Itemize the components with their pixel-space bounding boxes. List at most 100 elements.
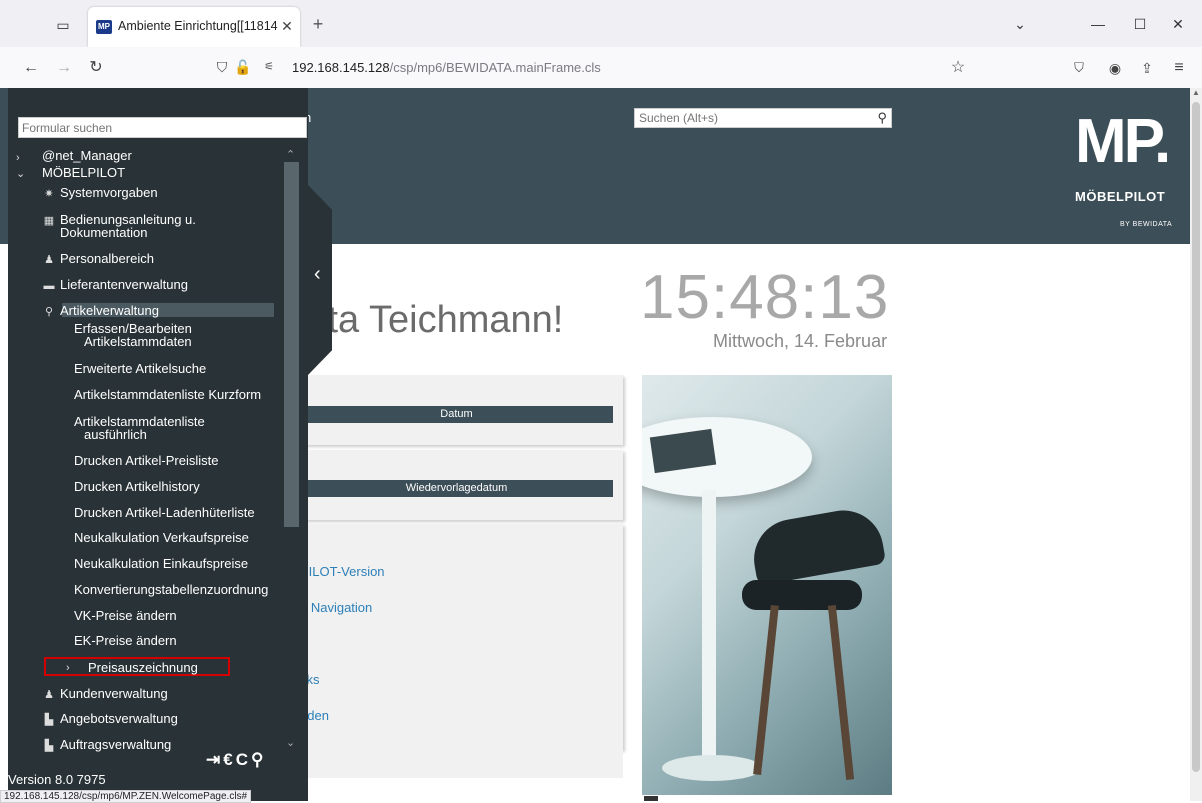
chevron-right-icon[interactable]: › xyxy=(66,662,70,674)
sub-item-erfassen-line2[interactable]: Artikelstammdaten xyxy=(84,335,192,348)
sidebar-scroll-down-icon[interactable]: ⌄ xyxy=(286,736,295,749)
document-icon: ▙ xyxy=(44,714,54,726)
card-tasks: Datum xyxy=(300,375,623,445)
book-icon: ▦ xyxy=(43,215,55,227)
sub-item-ladenhueter[interactable]: Drucken Artikel-Ladenhüterliste xyxy=(74,506,255,519)
photo-chair-seat xyxy=(742,580,862,610)
url-host: 192.168.145.128 xyxy=(292,60,390,75)
card-footer xyxy=(300,750,623,778)
tab-list-icon[interactable]: ▭ xyxy=(52,14,74,36)
sidebar: ⌃ ⌄ › @net_Manager ⌄ MÖBELPILOT ✷ Systemv… xyxy=(8,88,308,801)
truck-icon: ▬ xyxy=(43,280,55,292)
lamp-icon: ⚲ xyxy=(44,306,54,318)
back-icon[interactable]: ← xyxy=(20,57,42,79)
version-label: Version 8.0 7975 xyxy=(8,772,106,787)
sub-item-ek-preise[interactable]: EK-Preise ändern xyxy=(74,634,177,647)
sidebar-item-systemvorgaben[interactable]: ✷ Systemvorgaben xyxy=(42,185,158,201)
sidebar-item-auftragsverwaltung[interactable]: ▙ Auftragsverwaltung xyxy=(42,738,172,753)
url-path: /csp/mp6/BEWIDATA.mainFrame.cls xyxy=(389,60,601,75)
new-tab-icon[interactable]: + xyxy=(308,14,328,34)
document-icon: ▙ xyxy=(44,740,54,752)
card-links: PILOT-Version n Navigation cks aden xyxy=(300,524,623,750)
close-tab-icon[interactable]: ✕ xyxy=(278,17,296,35)
tab-overflow-chevron-icon[interactable]: ⌄ xyxy=(1005,14,1035,34)
search-input[interactable] xyxy=(635,109,868,127)
gear-icon: ✷ xyxy=(44,188,54,200)
sub-item-erweiterte-suche[interactable]: Erweiterte Artikelsuche xyxy=(74,362,206,375)
sidebar-group-moebelpilot[interactable]: MÖBELPILOT xyxy=(42,166,125,179)
chevron-down-icon[interactable]: ⌄ xyxy=(16,167,25,180)
sub-item-ausfuehrlich-line2[interactable]: ausführlich xyxy=(84,428,147,441)
form-search[interactable] xyxy=(18,117,307,138)
sub-item-nk-einkauf[interactable]: Neukalkulation Einkaufspreise xyxy=(74,557,248,570)
chevron-left-icon[interactable]: ‹ xyxy=(314,263,321,286)
column-header-datum[interactable]: Datum xyxy=(300,406,613,423)
sidebar-item-label-line2[interactable]: Dokumentation xyxy=(60,226,147,239)
extensions-icon[interactable]: ⇪ xyxy=(1136,57,1158,79)
page-scrollbar-thumb[interactable] xyxy=(1192,102,1200,772)
sidebar-group-net-manager[interactable]: @net_Manager xyxy=(42,149,132,162)
logo-name: MÖBELPILOT xyxy=(1075,189,1166,204)
account-icon[interactable]: ◉ xyxy=(1104,57,1126,79)
form-search-input[interactable] xyxy=(19,118,305,137)
photo-base xyxy=(662,755,762,781)
sidebar-item-artikelverwaltung[interactable]: ⚲ Artikelverwaltung xyxy=(42,304,159,319)
maximize-icon[interactable]: ☐ xyxy=(1125,14,1155,34)
address-bar[interactable]: 192.168.145.128/csp/mp6/BEWIDATA.mainFra… xyxy=(292,60,601,75)
photo-stem xyxy=(702,490,716,770)
mp-favicon-icon: MP xyxy=(96,20,112,34)
bookmark-star-icon[interactable]: ☆ xyxy=(947,57,969,79)
window-close-icon[interactable]: ✕ xyxy=(1163,14,1193,34)
sub-item-preisliste[interactable]: Drucken Artikel-Preisliste xyxy=(74,454,219,467)
reload-icon[interactable]: ↻ xyxy=(85,57,107,79)
sidebar-item-label: Lieferantenverwaltung xyxy=(60,277,188,292)
sub-item-kurzform[interactable]: Artikelstammdatenliste Kurzform xyxy=(74,388,261,401)
menu-icon[interactable]: ≡ xyxy=(1168,57,1190,79)
sub-item-vk-preise[interactable]: VK-Preise ändern xyxy=(74,609,177,622)
photo-chair-leg xyxy=(753,605,779,775)
browser-nav-bar: ← → ↻ ⛉ 🔓 ⚟ 192.168.145.128/csp/mp6/BEWI… xyxy=(0,47,1202,89)
sidebar-item-label: Angebotsverwaltung xyxy=(60,711,178,726)
sidebar-item-lieferantenverwaltung[interactable]: ▬ Lieferantenverwaltung xyxy=(42,278,188,293)
forward-icon[interactable]: → xyxy=(53,57,75,79)
sub-item-nk-verkauf[interactable]: Neukalkulation Verkaufspreise xyxy=(74,531,249,544)
sidebar-scrollbar[interactable] xyxy=(284,162,299,527)
global-search[interactable]: ⚲ xyxy=(634,108,892,128)
sidebar-item-kundenverwaltung[interactable]: ♟ Kundenverwaltung xyxy=(42,687,168,702)
scroll-up-icon[interactable]: ▲ xyxy=(1190,88,1202,100)
sidebar-item-label: Personalbereich xyxy=(60,251,154,266)
column-header-wiedervorlage[interactable]: Wiedervorlagedatum xyxy=(300,480,613,497)
sidebar-tools[interactable]: ⇥€C⚲ xyxy=(206,750,266,770)
person-icon: ♟ xyxy=(44,254,54,266)
pocket-icon[interactable]: ⛉ xyxy=(1068,57,1090,79)
status-bar: 192.168.145.128/csp/mp6/MP.ZEN.WelcomePa… xyxy=(0,790,252,803)
tab-title: Ambiente Einrichtung[[11814-1 xyxy=(118,19,278,33)
browser-tab[interactable]: MP Ambiente Einrichtung[[11814-1 ✕ xyxy=(88,7,300,47)
photo-chair-back xyxy=(747,504,887,586)
customer-icon: ♟ xyxy=(44,689,54,701)
sidebar-collapse-tab[interactable]: ‹ xyxy=(308,185,332,375)
search-icon[interactable]: ⚲ xyxy=(877,109,887,127)
clock: 15:48:13 xyxy=(640,263,890,332)
shield-icon[interactable]: ⛉ xyxy=(213,58,231,76)
insecure-lock-icon[interactable]: 🔓 xyxy=(234,58,252,76)
page-scrollbar[interactable]: ▲ xyxy=(1190,88,1202,801)
welcome-greeting: ista Teichmann! xyxy=(300,299,564,341)
sidebar-scroll-up-icon[interactable]: ⌃ xyxy=(286,148,295,161)
photo-chair-leg xyxy=(827,605,855,780)
logo-sub: BY BEWIDATA xyxy=(1120,221,1173,228)
permissions-icon[interactable]: ⚟ xyxy=(260,58,278,76)
link-pilot-version[interactable]: PILOT-Version xyxy=(300,564,385,579)
minimize-icon[interactable]: — xyxy=(1083,14,1113,34)
sub-item-preisauszeichnung[interactable]: Preisauszeichnung xyxy=(88,661,198,674)
welcome-photo xyxy=(642,375,892,795)
sidebar-item-label: Systemvorgaben xyxy=(60,185,158,200)
chevron-right-icon[interactable]: › xyxy=(16,152,20,164)
sub-item-history[interactable]: Drucken Artikelhistory xyxy=(74,480,200,493)
sub-item-konvertierung[interactable]: Konvertierungstabellenzuordnung xyxy=(74,583,268,596)
browser-tab-bar: ▭ MP Ambiente Einrichtung[[11814-1 ✕ + ⌄… xyxy=(0,0,1202,47)
sidebar-item-angebotsverwaltung[interactable]: ▙ Angebotsverwaltung xyxy=(42,712,178,727)
sidebar-item-personalbereich[interactable]: ♟ Personalbereich xyxy=(42,252,154,267)
link-navigation[interactable]: n Navigation xyxy=(300,600,372,615)
photo-caption-marker xyxy=(644,796,658,801)
